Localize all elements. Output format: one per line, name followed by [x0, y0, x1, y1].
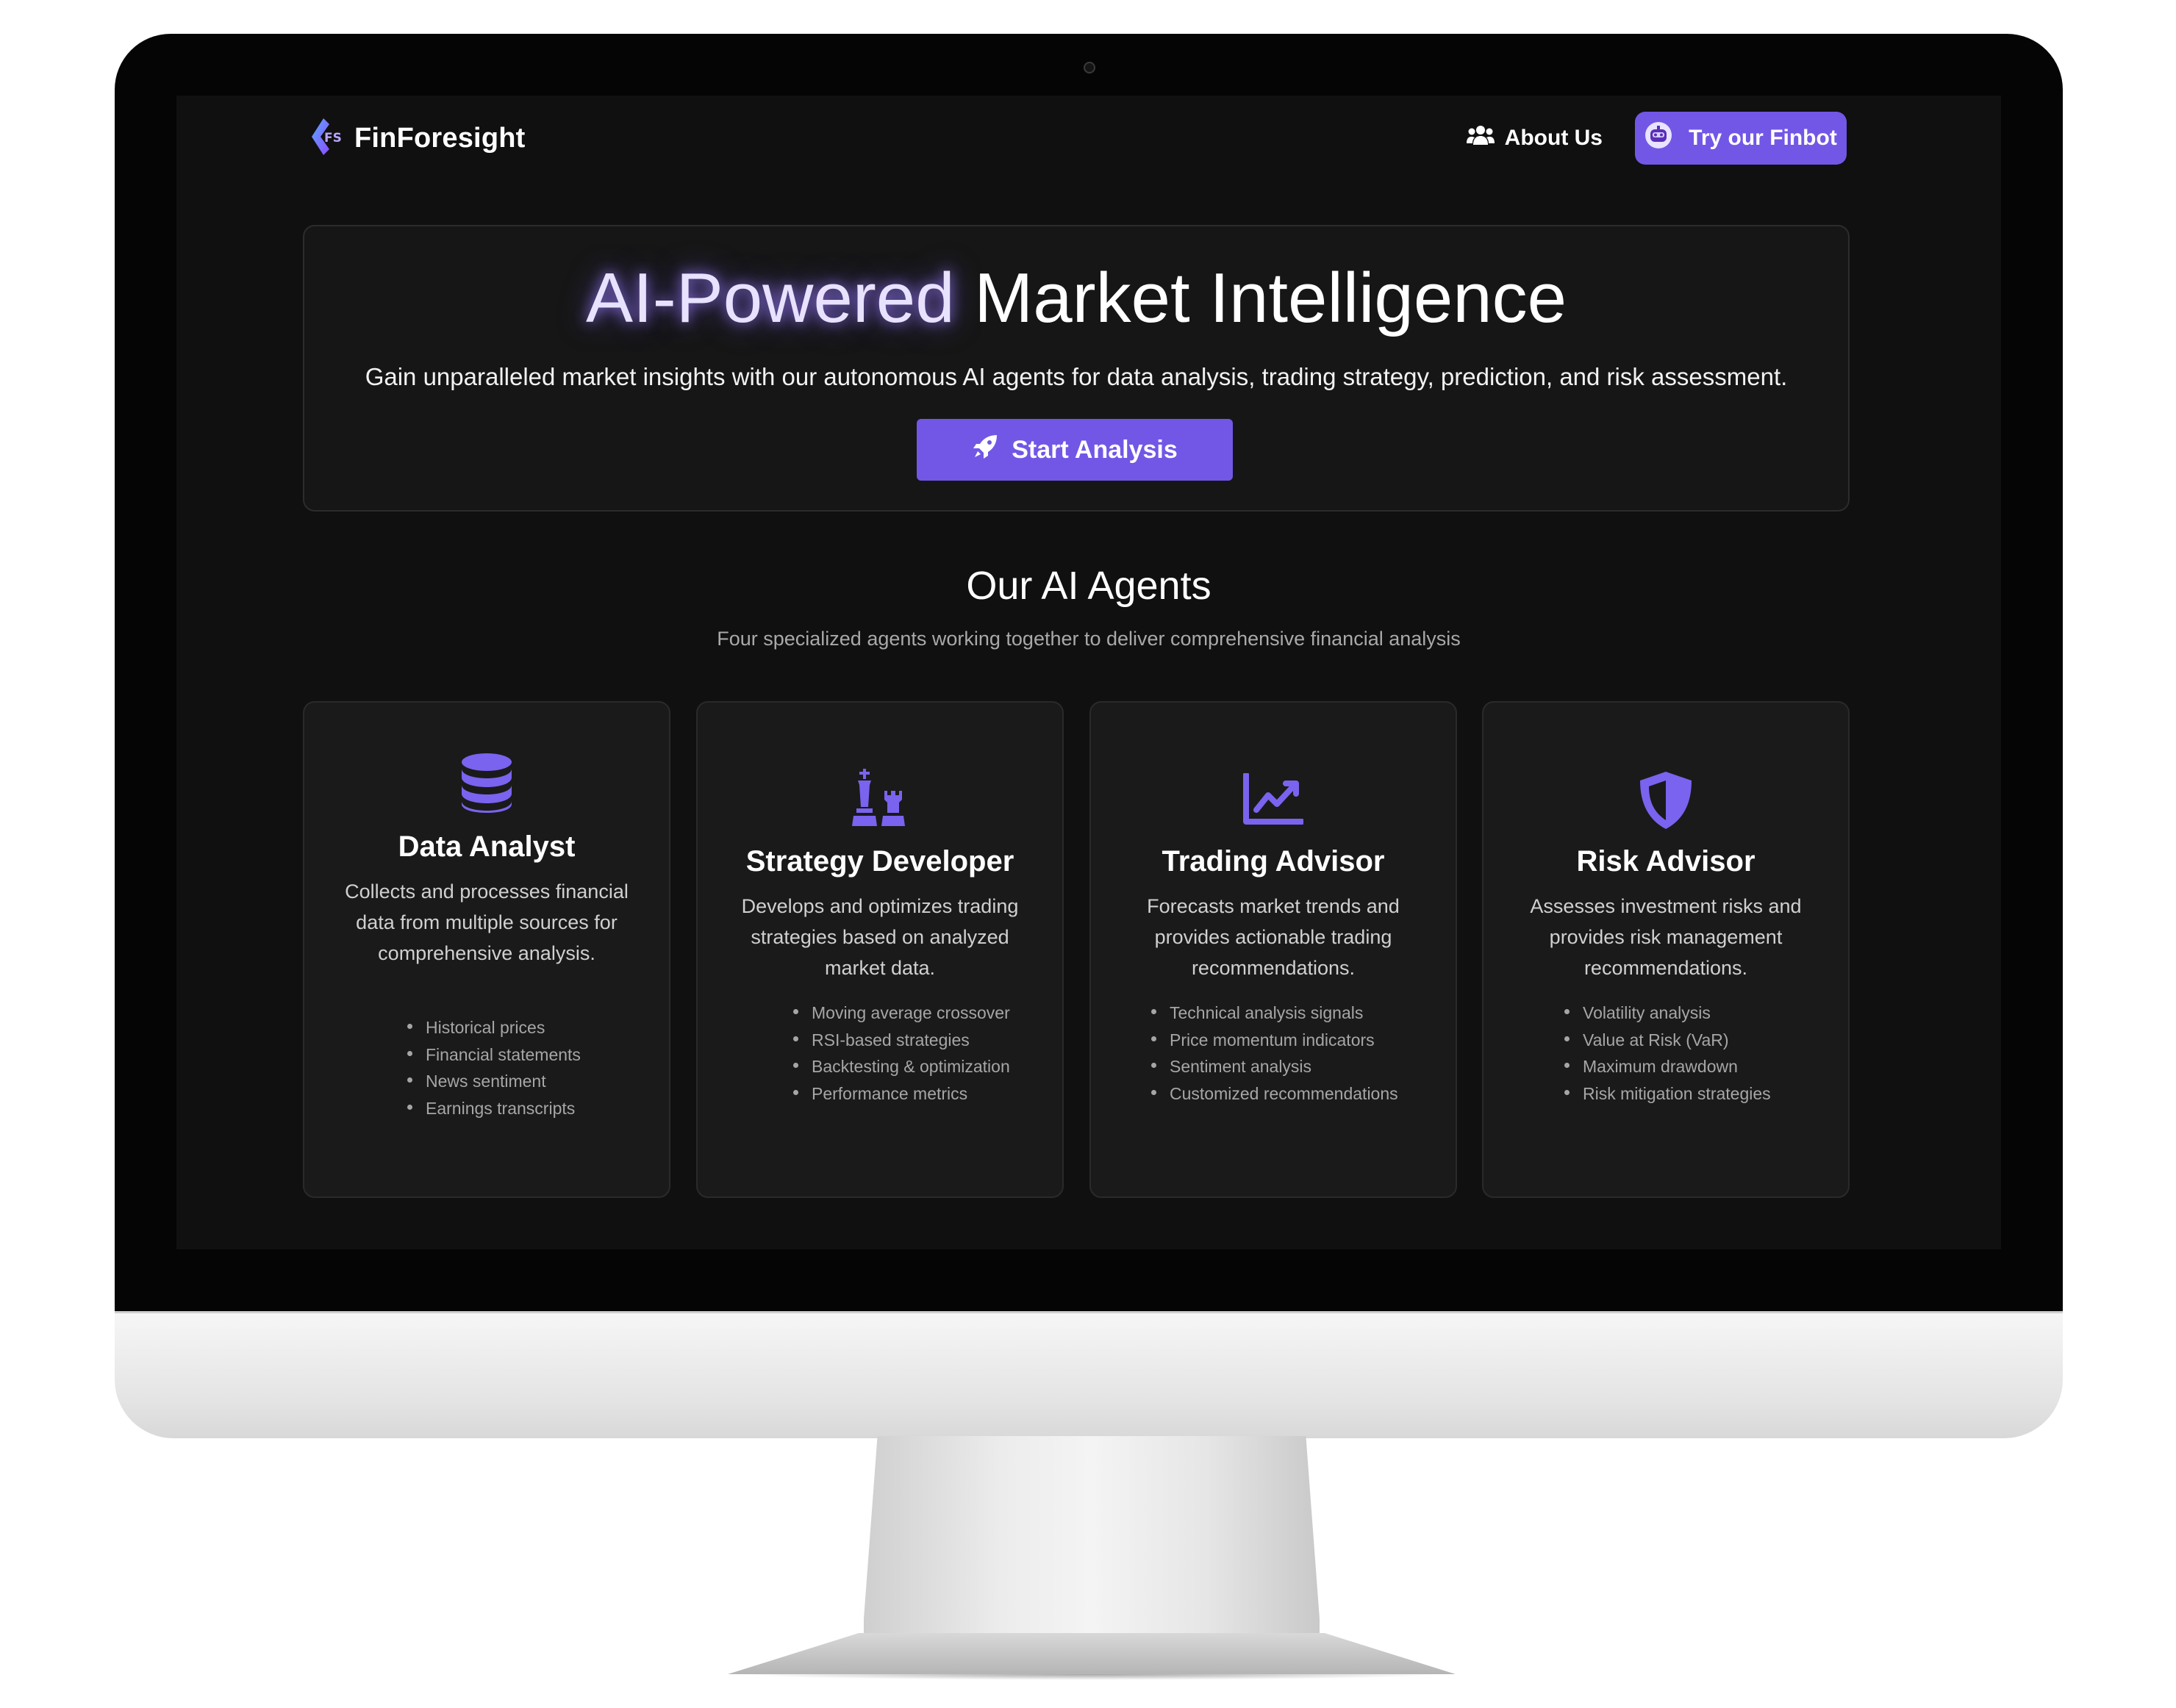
- brand[interactable]: FS FinForesight: [309, 116, 526, 160]
- chess-icon: [698, 769, 1062, 829]
- feature-item: News sentiment: [407, 1068, 669, 1095]
- hero-panel: AI-Powered Market Intelligence Gain unpa…: [303, 225, 1850, 512]
- feature-item: Volatility analysis: [1564, 1000, 1848, 1027]
- start-analysis-label: Start Analysis: [1012, 435, 1178, 464]
- agent-feature-list: Volatility analysis Value at Risk (VaR) …: [1484, 1000, 1848, 1107]
- hero-title-rest: Market Intelligence: [974, 259, 1567, 337]
- users-icon: [1466, 124, 1495, 152]
- agent-feature-list: Moving average crossover RSI-based strat…: [698, 1000, 1062, 1107]
- agent-card-trading-advisor[interactable]: Trading Advisor Forecasts market trends …: [1089, 701, 1457, 1198]
- rocket-icon: [972, 434, 998, 467]
- try-finbot-label: Try our Finbot: [1689, 126, 1837, 150]
- feature-item: Backtesting & optimization: [793, 1053, 1062, 1080]
- agent-description: Assesses investment risks and provides r…: [1530, 895, 1802, 979]
- try-finbot-button[interactable]: Try our Finbot: [1635, 112, 1847, 165]
- agent-title: Trading Advisor: [1162, 845, 1385, 878]
- top-nav: About Us Try our Finbot: [1466, 112, 1847, 165]
- site-header: FS FinForesight About Us Try our Finbot: [176, 96, 2001, 181]
- website-screen: FS FinForesight About Us Try our Finbot …: [176, 96, 2001, 1249]
- chart-line-icon: [1091, 773, 1456, 826]
- agents-grid: Data Analyst Collects and processes fina…: [303, 701, 1850, 1198]
- agent-title: Strategy Developer: [745, 845, 1014, 878]
- agent-card-strategy-developer[interactable]: Strategy Developer Develops and optimize…: [696, 701, 1064, 1198]
- feature-item: RSI-based strategies: [793, 1027, 1062, 1054]
- hero-subtitle: Gain unparalleled market insights with o…: [365, 363, 1788, 390]
- agent-description: Collects and processes financial data fr…: [345, 880, 629, 964]
- agent-title: Data Analyst: [398, 830, 576, 863]
- agent-card-risk-advisor[interactable]: Risk Advisor Assesses investment risks a…: [1482, 701, 1850, 1198]
- feature-item: Financial statements: [407, 1041, 669, 1069]
- agents-section-subtitle: Four specialized agents working together…: [717, 628, 1461, 650]
- about-us-link[interactable]: About Us: [1466, 124, 1603, 152]
- agent-feature-list: Historical prices Financial statements N…: [304, 1014, 669, 1122]
- hero-title: AI-Powered Market Intelligence: [304, 254, 1848, 342]
- feature-item: Price momentum indicators: [1151, 1027, 1456, 1054]
- feature-item: Value at Risk (VaR): [1564, 1027, 1848, 1054]
- feature-item: Performance metrics: [793, 1080, 1062, 1108]
- database-icon: [304, 753, 669, 813]
- shield-icon: [1484, 770, 1848, 830]
- feature-item: Moving average crossover: [793, 1000, 1062, 1027]
- svg-text:FS: FS: [324, 131, 342, 146]
- robot-icon: [1644, 121, 1672, 155]
- feature-item: Sentiment analysis: [1151, 1053, 1456, 1080]
- feature-item: Maximum drawdown: [1564, 1053, 1848, 1080]
- agent-title: Risk Advisor: [1576, 845, 1756, 878]
- brand-name: FinForesight: [354, 122, 526, 154]
- logo-icon: FS: [309, 117, 343, 160]
- feature-item: Earnings transcripts: [407, 1095, 669, 1122]
- feature-item: Risk mitigation strategies: [1564, 1080, 1848, 1108]
- monitor-chin: [115, 1311, 2063, 1438]
- agent-description: Develops and optimizes trading strategie…: [741, 895, 1019, 979]
- agent-description: Forecasts market trends and provides act…: [1147, 895, 1400, 979]
- agent-card-data-analyst[interactable]: Data Analyst Collects and processes fina…: [303, 701, 670, 1198]
- monitor-stand-neck: [864, 1436, 1320, 1639]
- hero-title-highlight: AI-Powered: [586, 259, 955, 337]
- start-analysis-button[interactable]: Start Analysis: [917, 419, 1233, 481]
- feature-item: Customized recommendations: [1151, 1080, 1456, 1108]
- camera-icon: [1084, 62, 1095, 73]
- about-us-label: About Us: [1504, 126, 1603, 150]
- monitor-stand-foot: [728, 1633, 1456, 1674]
- agents-section-title: Our AI Agents: [966, 564, 1212, 608]
- feature-item: Technical analysis signals: [1151, 1000, 1456, 1027]
- agent-feature-list: Technical analysis signals Price momentu…: [1091, 1000, 1456, 1107]
- feature-item: Historical prices: [407, 1014, 669, 1041]
